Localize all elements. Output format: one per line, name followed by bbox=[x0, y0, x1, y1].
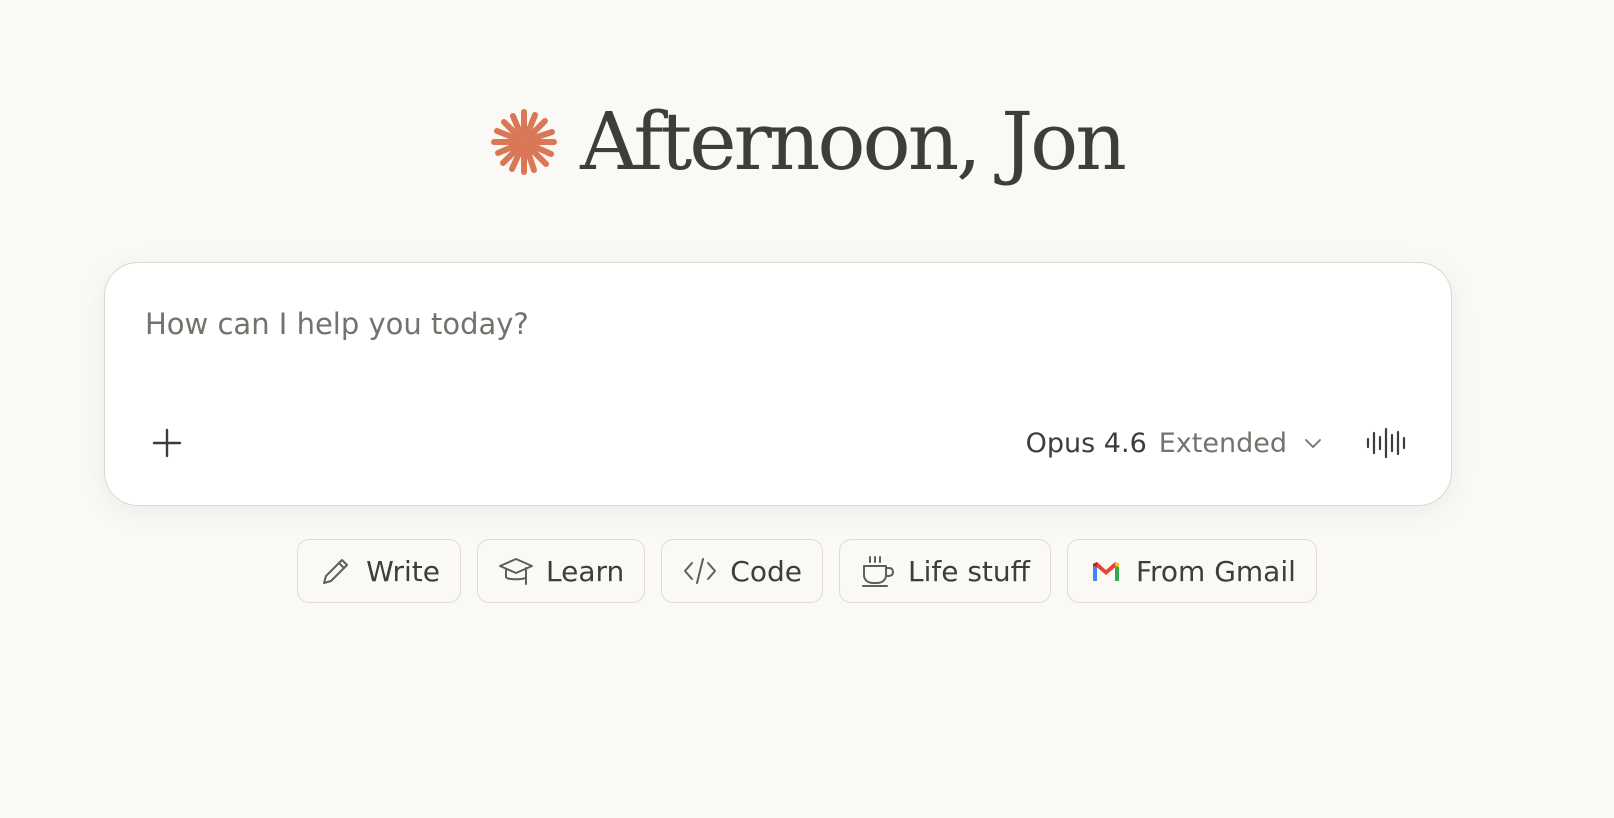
chip-label: Life stuff bbox=[907, 554, 1030, 588]
chip-from-gmail[interactable]: From Gmail bbox=[1066, 539, 1317, 603]
chip-label: Code bbox=[730, 554, 802, 588]
add-attachment-button[interactable] bbox=[139, 415, 195, 471]
chip-code[interactable]: Code bbox=[661, 539, 823, 603]
pencil-icon bbox=[323, 559, 349, 584]
chip-write[interactable]: Write bbox=[297, 539, 462, 603]
suggestion-chips: Write Learn Code Life stuff From Gmail bbox=[0, 539, 1614, 603]
greeting: Afternoon, Jon bbox=[0, 92, 1614, 192]
model-mode: Extended bbox=[1158, 427, 1287, 459]
voice-mode-button[interactable] bbox=[1359, 415, 1415, 471]
chip-label: From Gmail bbox=[1135, 554, 1296, 588]
chip-learn[interactable]: Learn bbox=[477, 539, 646, 603]
chevron-down-icon bbox=[1305, 439, 1321, 448]
gmail-icon bbox=[1092, 562, 1119, 581]
claude-spark-icon bbox=[491, 109, 558, 175]
message-input[interactable] bbox=[145, 299, 1405, 349]
model-selector[interactable]: Opus 4.6 Extended bbox=[1026, 419, 1323, 467]
code-icon bbox=[684, 558, 717, 584]
chip-label: Learn bbox=[546, 554, 625, 588]
coffee-cup-icon bbox=[861, 556, 894, 587]
greeting-title: Afternoon, Jon bbox=[580, 95, 1127, 188]
home-page: Afternoon, Jon Opus 4.6 Extended bbox=[0, 0, 1614, 818]
chip-life-stuff[interactable]: Life stuff bbox=[838, 539, 1051, 603]
model-name: Opus 4.6 bbox=[1025, 427, 1147, 459]
voice-waveform-icon bbox=[1366, 427, 1406, 459]
plus-icon bbox=[152, 428, 182, 458]
message-composer: Opus 4.6 Extended bbox=[104, 262, 1452, 506]
chip-label: Write bbox=[366, 554, 441, 588]
graduation-cap-icon bbox=[499, 558, 534, 585]
